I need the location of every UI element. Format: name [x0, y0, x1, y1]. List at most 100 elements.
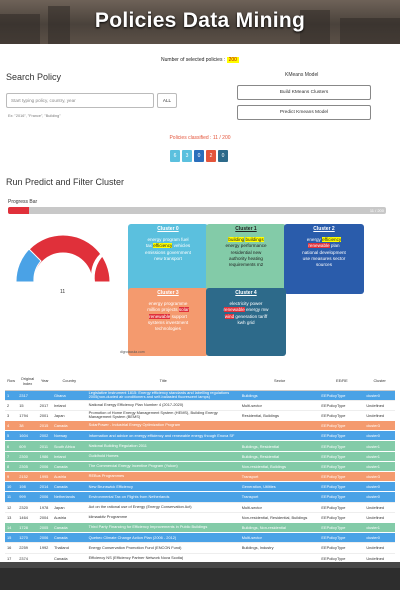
- column-header[interactable]: Year: [37, 372, 52, 391]
- table-cell: Austria: [51, 511, 87, 523]
- table-row[interactable]: 14 1728 2005 Canada Third Party Financing fo…: [5, 521, 395, 533]
- table-cell: EEPolicyType: [319, 440, 365, 452]
- build-kmeans-button[interactable]: Build KMeans Clusters: [237, 85, 371, 100]
- table-cell: EEPolicyType: [319, 511, 365, 523]
- table-cell: Multi-sector: [239, 399, 320, 411]
- table-row[interactable]: 6 609 2011 South Africa National Building Re…: [5, 440, 395, 452]
- cluster-title[interactable]: Cluster 2: [287, 226, 361, 232]
- table-cell: 2300: [17, 450, 38, 462]
- table-cell: 2320: [17, 501, 38, 513]
- cluster-title[interactable]: Cluster 4: [209, 290, 283, 296]
- cluster-card[interactable]: Cluster 3 energy programme million project…: [128, 288, 208, 356]
- cluster-count-button[interactable]: 0: [194, 150, 204, 162]
- table-cell: EEPolicyType: [319, 399, 365, 411]
- predict-kmeans-button[interactable]: Predict Kmeans Model: [237, 105, 371, 120]
- table-cell: Undefined: [364, 511, 395, 523]
- cluster-count-button[interactable]: 0: [218, 150, 228, 162]
- cluster-count-button[interactable]: 6: [170, 150, 180, 162]
- table-cell: 1986: [37, 450, 52, 462]
- table-row[interactable]: 9 2152 1995 Austria REBus Programmes Transpor…: [5, 470, 395, 482]
- column-header[interactable]: Cluster: [364, 372, 395, 391]
- all-button[interactable]: ALL: [157, 93, 177, 108]
- table-row[interactable]: 8 2305 2006 Canada The Commercial Energy Inc…: [5, 460, 395, 472]
- table-cell: cluster0: [364, 481, 395, 492]
- table-cell: Netherlands: [51, 491, 87, 503]
- cluster-title[interactable]: Cluster 0: [131, 226, 205, 232]
- table-cell: 1995: [37, 470, 52, 482]
- gauge-value: 11: [60, 289, 66, 295]
- table-cell: Non-residential, Residential, Buildings: [239, 511, 320, 523]
- table-cell: Buildings, Residential: [239, 450, 320, 462]
- table-cell: 11: [5, 491, 18, 503]
- column-header[interactable]: Original Index: [17, 372, 38, 391]
- cluster-title[interactable]: Cluster 3: [131, 290, 205, 296]
- table-cell: Canada: [51, 460, 87, 472]
- cluster-count-button[interactable]: 2: [206, 150, 216, 162]
- table-cell: Canada: [51, 521, 87, 533]
- table-cell: EEPolicyType: [319, 532, 365, 543]
- table-cell: 1604: [17, 430, 38, 441]
- search-input[interactable]: Start typing policy, country, year: [6, 93, 154, 108]
- table-cell: EEPolicyType: [319, 481, 365, 492]
- table-cell: Multi-sector: [239, 532, 320, 543]
- table-cell: 2006: [37, 532, 52, 543]
- column-header[interactable]: Row: [5, 372, 18, 391]
- table-row[interactable]: 7 2300 1986 Ireland Guildhold Homes Buildings…: [5, 450, 395, 462]
- table-cell: 999: [17, 491, 38, 503]
- table-cell: 8: [5, 460, 18, 472]
- cluster-keywords: new transport: [154, 255, 182, 261]
- table-cell: EEPolicyType: [319, 409, 365, 421]
- search-hint: Ex: "2016", "France", "Building": [8, 114, 61, 118]
- table-row[interactable]: 2 15 2017 Ireland National Energy Efficiency…: [5, 399, 395, 411]
- table-cell: REBus Programmes: [86, 470, 240, 482]
- table-cell: New Brunswick Efficiency: [86, 481, 240, 492]
- table-row[interactable]: 11 999 2006 Netherlands Environmental Tax on…: [5, 491, 395, 503]
- header-banner: Policies Data Mining: [0, 0, 400, 44]
- table-cell: Japan: [51, 501, 87, 513]
- table-cell: South Africa: [51, 440, 87, 452]
- table-cell: Canada: [51, 532, 87, 543]
- table-row[interactable]: 1 2317 Ghana Legislative Instrument 1815: E…: [5, 389, 395, 401]
- column-header[interactable]: Country: [51, 372, 87, 391]
- table-cell: 2317: [17, 389, 38, 401]
- table-cell: Transport: [239, 470, 320, 482]
- table-row[interactable]: 13 1464 2004 Austria klimaaktiv Programme Non…: [5, 511, 395, 523]
- table-cell: Promotion of Home Energy Management Syst…: [86, 409, 240, 421]
- column-header[interactable]: Title: [86, 372, 240, 391]
- policies-table: Row Original Index Year Country Title Sector E…: [5, 372, 395, 574]
- table-cell: 1: [5, 389, 18, 401]
- selected-label: Number of selected policies :: [161, 57, 226, 63]
- table-cell: Buildings, Non-residential: [239, 521, 320, 533]
- table-cell: 5: [5, 430, 18, 441]
- table-cell: EEPolicyType: [319, 389, 365, 401]
- table-cell: Thailand: [51, 542, 87, 553]
- table-cell: 2152: [17, 470, 38, 482]
- table-cell: Non-residential, Buildings: [239, 460, 320, 472]
- table-row[interactable]: 15 1270 2006 Canada Quebec Climate Change Ac…: [5, 532, 395, 543]
- column-header[interactable]: Sector: [239, 372, 320, 391]
- table-cell: Environmental Tax on Flights from Nether…: [86, 491, 240, 503]
- table-cell: Buildings, Residential: [239, 440, 320, 452]
- cluster-count-button[interactable]: 3: [182, 150, 192, 162]
- table-cell: cluster1: [364, 440, 395, 452]
- table-cell: 1270: [17, 532, 38, 543]
- cluster-card[interactable]: Cluster 2 energy efficiency renewable plan…: [284, 224, 364, 294]
- table-row[interactable]: 5 1604 2002 Norway Information and advice on…: [5, 430, 395, 441]
- table-row[interactable]: 10 198 2014 Canada New Brunswick Efficiency G…: [5, 481, 395, 492]
- cluster-card[interactable]: Cluster 0 energy program fuel tax efficien…: [128, 224, 208, 298]
- table-cell: 609: [17, 440, 38, 452]
- column-header[interactable]: EE/RE: [319, 372, 365, 391]
- table-cell: Undefined: [364, 409, 395, 421]
- table-cell: Undefined: [364, 399, 395, 411]
- table-row[interactable]: 4 38 2015 Canada SolarPower - Industrial Ene…: [5, 420, 395, 431]
- table-cell: 15: [5, 532, 18, 543]
- table-row[interactable]: 3 1794 2001 Japan Promotion of Home Energy M…: [5, 409, 395, 421]
- table-cell: cluster1: [364, 450, 395, 462]
- cluster-card[interactable]: Cluster 4 electricity power renewable ener…: [206, 288, 286, 356]
- table-row[interactable]: 12 2320 1978 Japan Act on the rational use o…: [5, 501, 395, 513]
- table-row[interactable]: 16 2259 1992 Thailand Energy Conservation Pr…: [5, 542, 395, 553]
- cluster-card[interactable]: Cluster 1 building buildings energy perfor…: [206, 224, 286, 298]
- cluster-title[interactable]: Cluster 1: [209, 226, 283, 232]
- table-cell: 2006: [37, 491, 52, 503]
- progress-label: Progress Bar: [8, 199, 38, 205]
